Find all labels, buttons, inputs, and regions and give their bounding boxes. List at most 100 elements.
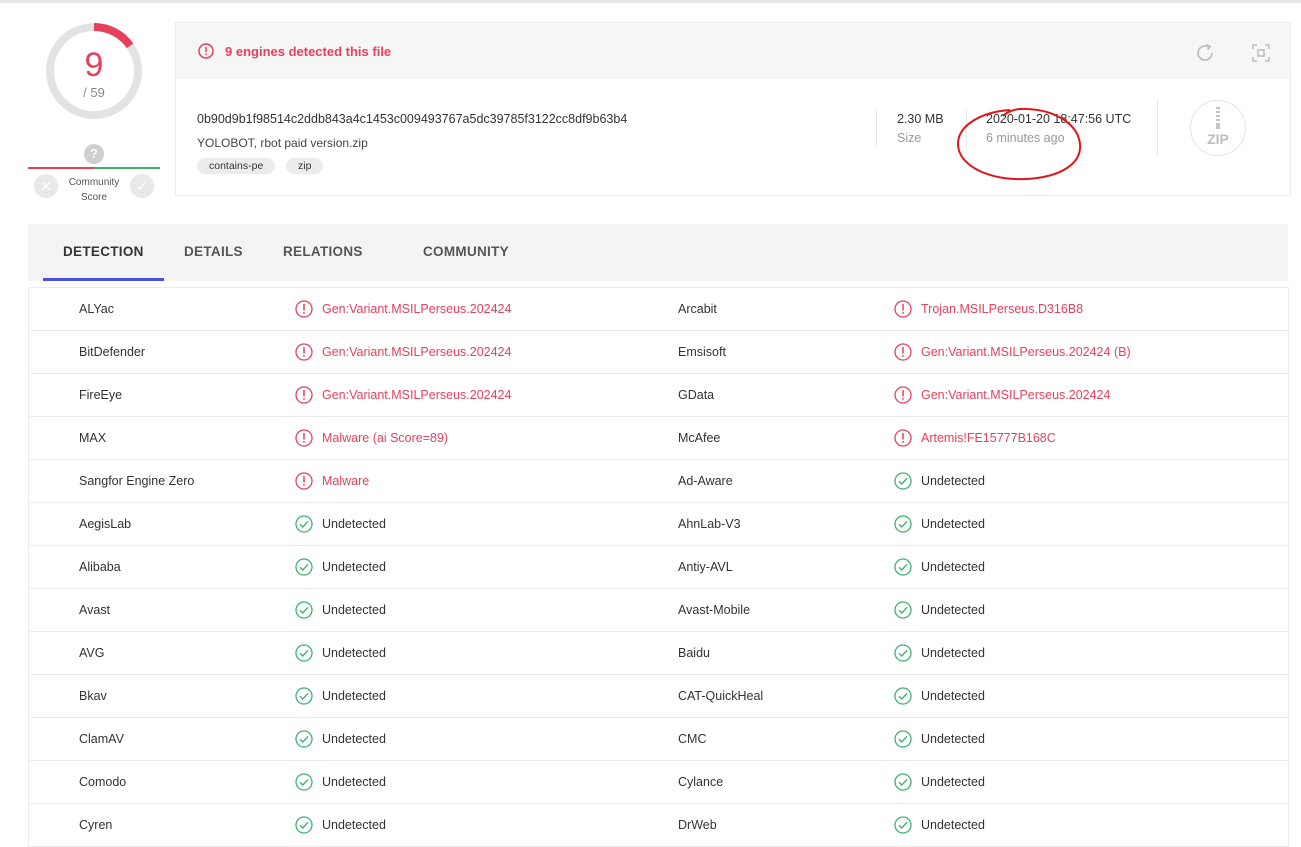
alert-icon xyxy=(295,472,313,490)
undetected-result: Undetected xyxy=(322,603,386,617)
table-row: Avast Undetected Avast-Mobile Undetected xyxy=(29,589,1288,632)
engine-total: / 59 xyxy=(83,85,105,100)
engine-name: Sangfor Engine Zero xyxy=(79,474,195,488)
reanalyze-icon[interactable] xyxy=(1193,41,1217,65)
tab-detection[interactable]: DETECTION xyxy=(63,244,144,259)
check-circle-icon xyxy=(894,644,912,662)
undetected-result: Undetected xyxy=(322,775,386,789)
alert-icon xyxy=(295,386,313,404)
tab-relations[interactable]: RELATIONS xyxy=(283,244,363,259)
alert-icon xyxy=(295,343,313,361)
undetected-result: Undetected xyxy=(921,775,985,789)
engine-name: FireEye xyxy=(79,388,123,402)
check-circle-icon xyxy=(894,472,912,490)
engine-name: Avast xyxy=(79,603,111,617)
help-icon[interactable]: ? xyxy=(84,144,104,164)
detection-result: Gen:Variant.MSILPerseus.202424 xyxy=(322,302,512,316)
engine-name: AVG xyxy=(79,646,105,660)
table-row: Sangfor Engine Zero Malware Ad-Aware Undete… xyxy=(29,460,1288,503)
check-circle-icon xyxy=(295,687,313,705)
tag-zip[interactable]: zip xyxy=(286,158,324,174)
check-circle-icon xyxy=(295,730,313,748)
divider xyxy=(876,109,877,147)
check-circle-icon xyxy=(295,515,313,533)
active-tab-indicator xyxy=(43,278,164,281)
check-circle-icon xyxy=(295,816,313,834)
top-divider xyxy=(0,0,1301,3)
analysis-relative-time: 6 minutes ago xyxy=(986,131,1065,145)
community-bar-positive xyxy=(94,167,160,169)
detection-summary: 9 engines detected this file xyxy=(225,44,392,59)
undetected-result: Undetected xyxy=(921,474,985,488)
table-row: AegisLab Undetected AhnLab-V3 Undetected xyxy=(29,503,1288,546)
undetected-result: Undetected xyxy=(322,646,386,660)
detection-results-table: ALYac Gen:Variant.MSILPerseus.202424 Arcab… xyxy=(28,287,1289,847)
alert-icon xyxy=(894,429,912,447)
similar-files-icon[interactable] xyxy=(1251,43,1271,63)
undetected-result: Undetected xyxy=(322,689,386,703)
engine-name: Baidu xyxy=(678,646,710,660)
engine-name: MAX xyxy=(79,431,107,445)
check-circle-icon xyxy=(894,601,912,619)
check-circle-icon xyxy=(295,601,313,619)
file-summary-card: 9 engines detected this file 0b90d9b1f98… xyxy=(175,22,1291,196)
check-circle-icon xyxy=(894,816,912,834)
detection-result: Gen:Variant.MSILPerseus.202424 xyxy=(921,388,1111,402)
engine-name: McAfee xyxy=(678,431,721,445)
table-row: Bkav Undetected CAT-QuickHeal Undetected xyxy=(29,675,1288,718)
file-type-label: ZIP xyxy=(1207,131,1229,147)
detection-result: Artemis!FE15777B168C xyxy=(921,431,1056,445)
table-row: FireEye Gen:Variant.MSILPerseus.202424 GDa… xyxy=(29,374,1288,417)
engine-name: Cyren xyxy=(79,818,113,832)
vote-harmless-button[interactable]: ✓ xyxy=(130,174,154,198)
community-score: ? ✕ Community Score ✓ xyxy=(28,142,160,204)
engine-name: ClamAV xyxy=(79,732,124,746)
tag-contains-pe[interactable]: contains-pe xyxy=(197,158,276,174)
engine-name: AhnLab-V3 xyxy=(678,517,741,531)
undetected-result: Undetected xyxy=(322,818,386,832)
undetected-result: Undetected xyxy=(322,732,386,746)
check-circle-icon xyxy=(295,773,313,791)
alert-icon xyxy=(295,300,313,318)
table-row: MAX Malware (ai Score=89) McAfee Artemis!FE… xyxy=(29,417,1288,460)
check-circle-icon xyxy=(894,558,912,576)
engine-name: Arcabit xyxy=(678,302,717,316)
undetected-result: Undetected xyxy=(921,517,985,531)
check-circle-icon xyxy=(894,515,912,533)
table-row: Comodo Undetected Cylance Undetected xyxy=(29,761,1288,804)
engine-name: DrWeb xyxy=(678,818,717,832)
engine-name: Antiy-AVL xyxy=(678,560,733,574)
alert-icon xyxy=(894,300,912,318)
detection-result: Malware (ai Score=89) xyxy=(322,431,449,445)
check-circle-icon xyxy=(894,730,912,748)
detection-result: Trojan.MSILPerseus.D316B8 xyxy=(921,302,1084,316)
engine-name: AegisLab xyxy=(79,517,132,531)
detection-banner: 9 engines detected this file xyxy=(176,23,1290,79)
divider xyxy=(966,109,967,147)
table-row: ALYac Gen:Variant.MSILPerseus.202424 Arcab… xyxy=(29,288,1288,331)
file-hash[interactable]: 0b90d9b1f98514c2ddb843a4c1453c009493767a… xyxy=(197,112,627,126)
engine-name: Cylance xyxy=(678,775,724,789)
check-circle-icon xyxy=(894,687,912,705)
detection-result: Malware xyxy=(322,474,370,488)
engine-name: GData xyxy=(678,388,715,402)
alert-icon xyxy=(198,43,214,59)
engine-name: BitDefender xyxy=(79,345,146,359)
engine-name: Bkav xyxy=(79,689,107,703)
engine-name: Emsisoft xyxy=(678,345,726,359)
alert-icon xyxy=(894,343,912,361)
divider xyxy=(1157,99,1158,155)
check-circle-icon xyxy=(295,644,313,662)
undetected-result: Undetected xyxy=(921,560,985,574)
table-row: Alibaba Undetected Antiy-AVL Undetected xyxy=(29,546,1288,589)
table-row: ClamAV Undetected CMC Undetected xyxy=(29,718,1288,761)
undetected-result: Undetected xyxy=(322,517,386,531)
tab-details[interactable]: DETAILS xyxy=(184,244,243,259)
detection-result: Gen:Variant.MSILPerseus.202424 xyxy=(322,388,512,402)
zipper-icon xyxy=(1216,107,1220,129)
engine-name: CAT-QuickHeal xyxy=(678,689,764,703)
vote-malicious-button[interactable]: ✕ xyxy=(34,174,58,198)
tab-community[interactable]: COMMUNITY xyxy=(423,244,509,259)
engine-name: CMC xyxy=(678,732,707,746)
table-row: Cyren Undetected DrWeb Undetected xyxy=(29,804,1288,847)
